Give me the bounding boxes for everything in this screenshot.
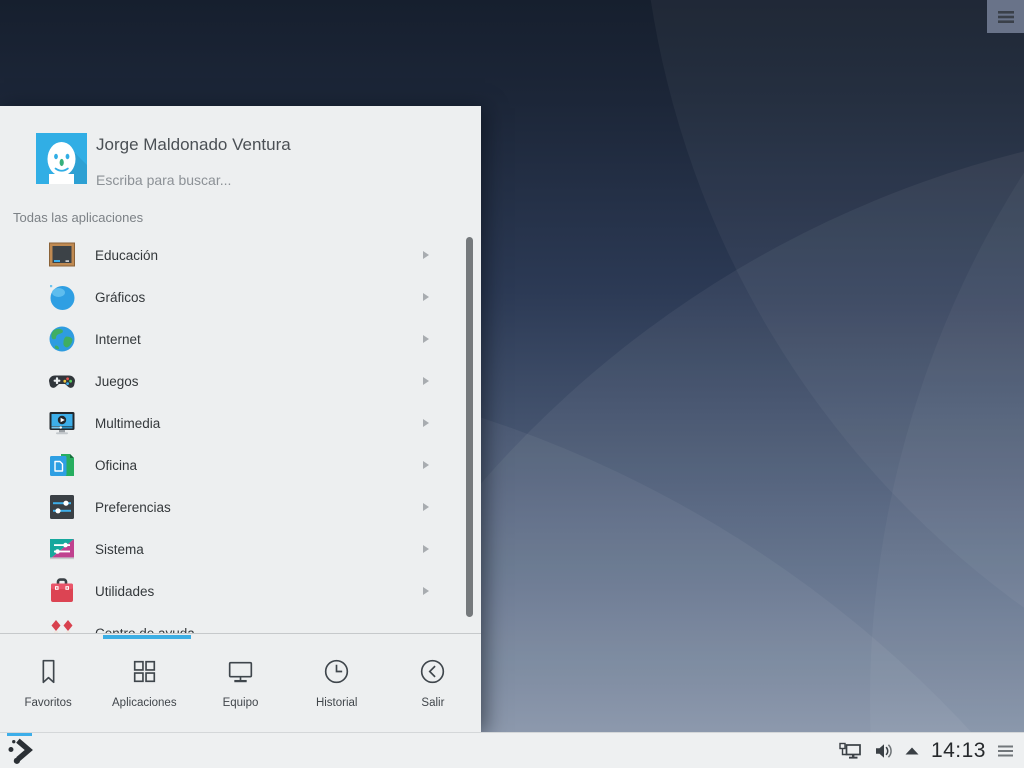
kickoff-launcher-icon [7,738,33,764]
menu-item-education[interactable]: Educación [0,234,481,276]
panel-hamburger-icon[interactable] [997,743,1015,759]
education-icon [46,239,78,271]
menu-item-preferences[interactable]: Preferencias [0,486,481,528]
tab-leave[interactable]: Salir [385,639,481,732]
menu-item-label: Juegos [95,373,139,389]
volume-icon[interactable] [873,742,895,760]
games-icon [46,365,78,397]
system-tray: 14:13 [838,739,1024,763]
menu-item-graphics[interactable]: Gráficos [0,276,481,318]
submenu-arrow-icon [423,587,429,595]
graphics-icon [46,281,78,313]
menu-item-label: Sistema [95,541,144,557]
menu-item-help-center[interactable]: Centro de ayuda [0,612,481,633]
submenu-arrow-icon [423,293,429,301]
bookmark-icon [42,659,55,684]
menu-item-label: Preferencias [95,499,171,515]
leave-icon [421,659,445,684]
search-input[interactable]: Escriba para buscar... [96,172,231,188]
menu-item-games[interactable]: Juegos [0,360,481,402]
menu-item-label: Oficina [95,457,138,473]
avatar-face-icon [36,133,87,184]
desktop: Jorge Maldonado Ventura Escriba para bus… [0,0,1024,768]
application-launcher-popup: Jorge Maldonado Ventura Escriba para bus… [0,106,481,732]
system-icon [46,533,78,565]
desktop-toolbox-button[interactable] [987,0,1024,33]
menu-item-label: Educación [95,247,159,263]
app-grid-icon [133,660,155,683]
section-label: Todas las aplicaciones [13,210,144,225]
tab-label: Favoritos [24,697,72,709]
menu-item-label: Gráficos [95,289,146,305]
desktop-toolbox-hamburger-icon [997,10,1014,23]
submenu-arrow-icon [423,461,429,469]
submenu-arrow-icon [423,251,429,259]
tab-computer[interactable]: Equipo [192,639,288,732]
tab-applications[interactable]: Aplicaciones [96,639,192,732]
multimedia-icon [46,407,78,439]
internet-icon [46,323,78,355]
taskbar-panel: 14:13 [0,732,1024,768]
help-center-icon [46,617,78,633]
tab-favorites[interactable]: Favoritos [0,639,96,732]
submenu-arrow-icon [423,377,429,385]
expand-up-icon[interactable] [904,746,920,756]
menu-item-label: Utilidades [95,583,155,599]
computer-icon [228,661,253,683]
menu-item-system[interactable]: Sistema [0,528,481,570]
launcher-tabbar: Favoritos Aplicaciones Equipo Historial … [0,639,481,732]
utilities-icon [46,575,78,607]
submenu-arrow-icon [423,335,429,343]
menu-item-internet[interactable]: Internet [0,318,481,360]
application-category-list: Educación Gráficos Internet Juegos Multi… [0,234,481,633]
office-icon [46,449,78,481]
menu-item-office[interactable]: Oficina [0,444,481,486]
menu-item-label: Internet [95,331,141,347]
menu-item-utilities[interactable]: Utilidades [0,570,481,612]
menu-item-label: Centro de ayuda [95,625,195,634]
settings-icon [46,491,78,523]
menu-item-label: Multimedia [95,415,161,431]
digital-clock[interactable]: 14:13 [931,739,986,763]
user-name: Jorge Maldonado Ventura [96,135,291,154]
tab-label: Historial [315,697,358,709]
network-icon[interactable] [838,741,864,761]
user-avatar[interactable] [36,133,87,184]
tab-label: Salir [421,697,445,709]
tab-history[interactable]: Historial [289,639,385,732]
submenu-arrow-icon [423,503,429,511]
tab-label: Aplicaciones [112,697,177,709]
tab-label: Equipo [222,697,259,709]
submenu-arrow-icon [423,545,429,553]
launcher-active-indicator [7,733,32,736]
submenu-arrow-icon [423,419,429,427]
tabbar-divider [0,633,481,634]
application-launcher-button[interactable] [0,733,40,768]
list-scrollbar[interactable] [466,237,473,617]
menu-item-multimedia[interactable]: Multimedia [0,402,481,444]
history-clock-icon [325,659,349,684]
